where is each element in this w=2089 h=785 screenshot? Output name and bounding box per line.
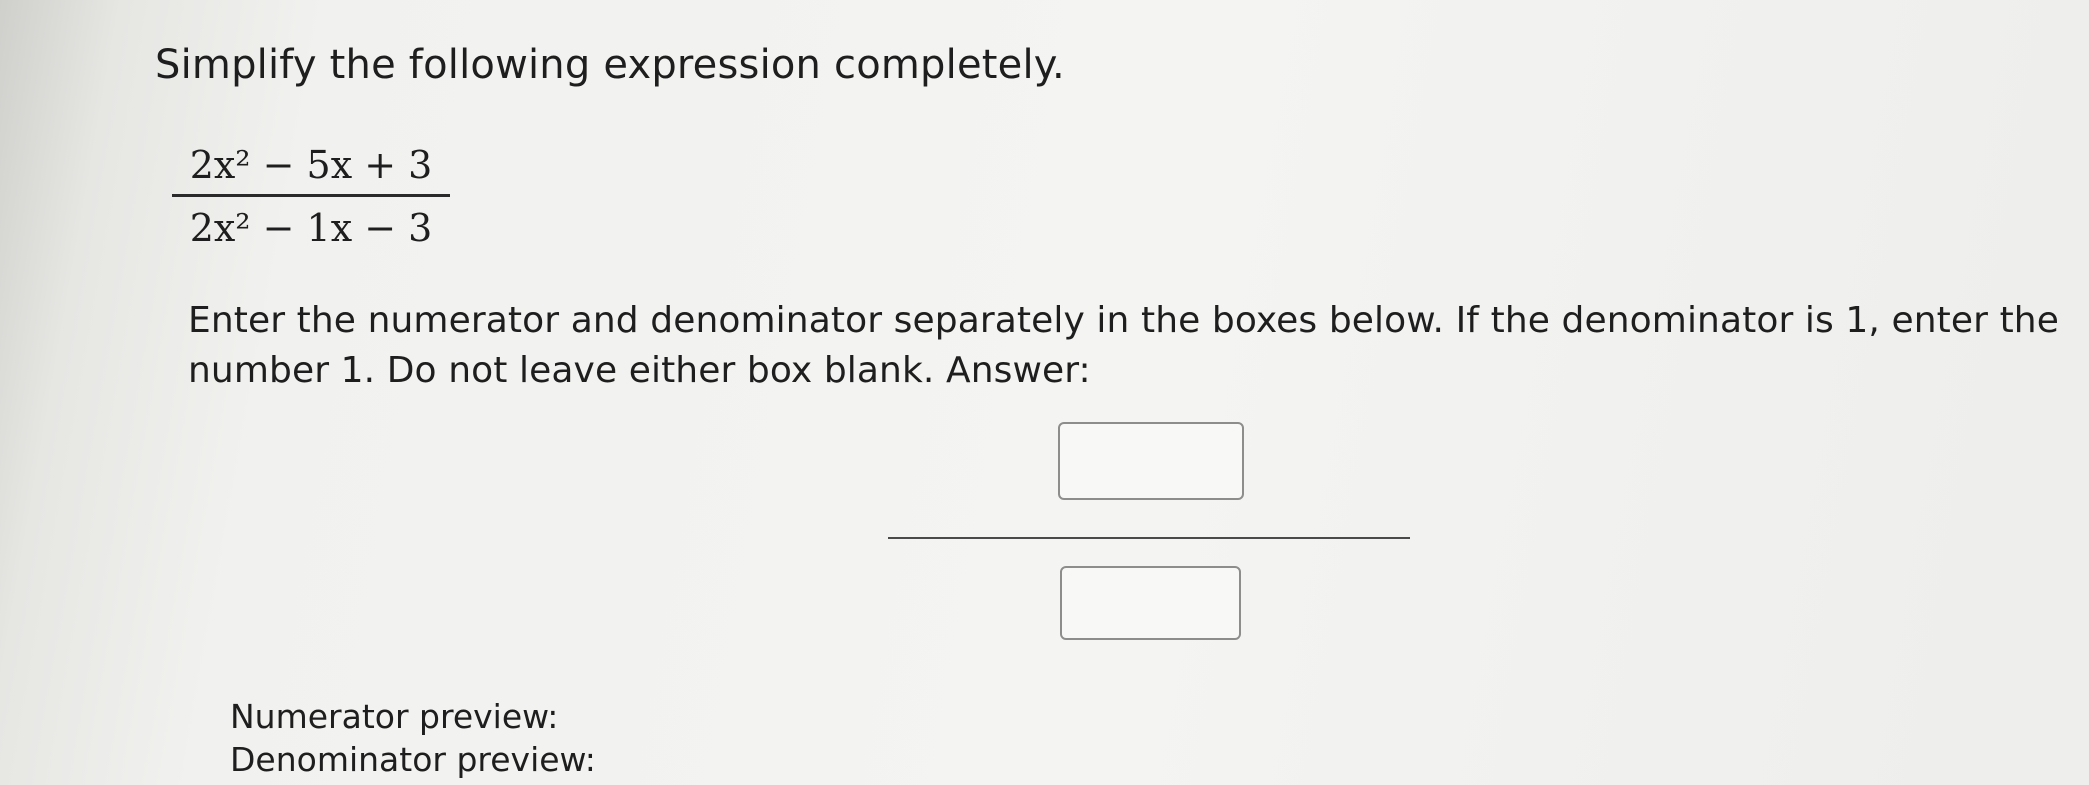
instructions-line-2: number 1. Do not leave either box blank.…	[188, 350, 1091, 391]
rational-expression: 2x² − 5x + 3 2x² − 1x − 3	[172, 140, 450, 253]
numerator-input[interactable]	[1058, 422, 1244, 500]
expression-numerator: 2x² − 5x + 3	[189, 143, 433, 187]
expression-denominator: 2x² − 1x − 3	[189, 206, 433, 250]
denominator-preview-label: Denominator preview:	[230, 740, 596, 779]
numerator-preview-label: Numerator preview:	[230, 697, 559, 736]
screen: Simplify the following expression comple…	[0, 0, 2089, 785]
instructions-line-1: Enter the numerator and denominator sepa…	[188, 300, 2059, 341]
denominator-input[interactable]	[1060, 566, 1241, 640]
question-prompt: Simplify the following expression comple…	[155, 42, 1065, 88]
instructions: Enter the numerator and denominator sepa…	[188, 296, 2068, 396]
expression-fraction-bar	[172, 194, 450, 197]
answer-fraction-line	[888, 537, 1410, 539]
